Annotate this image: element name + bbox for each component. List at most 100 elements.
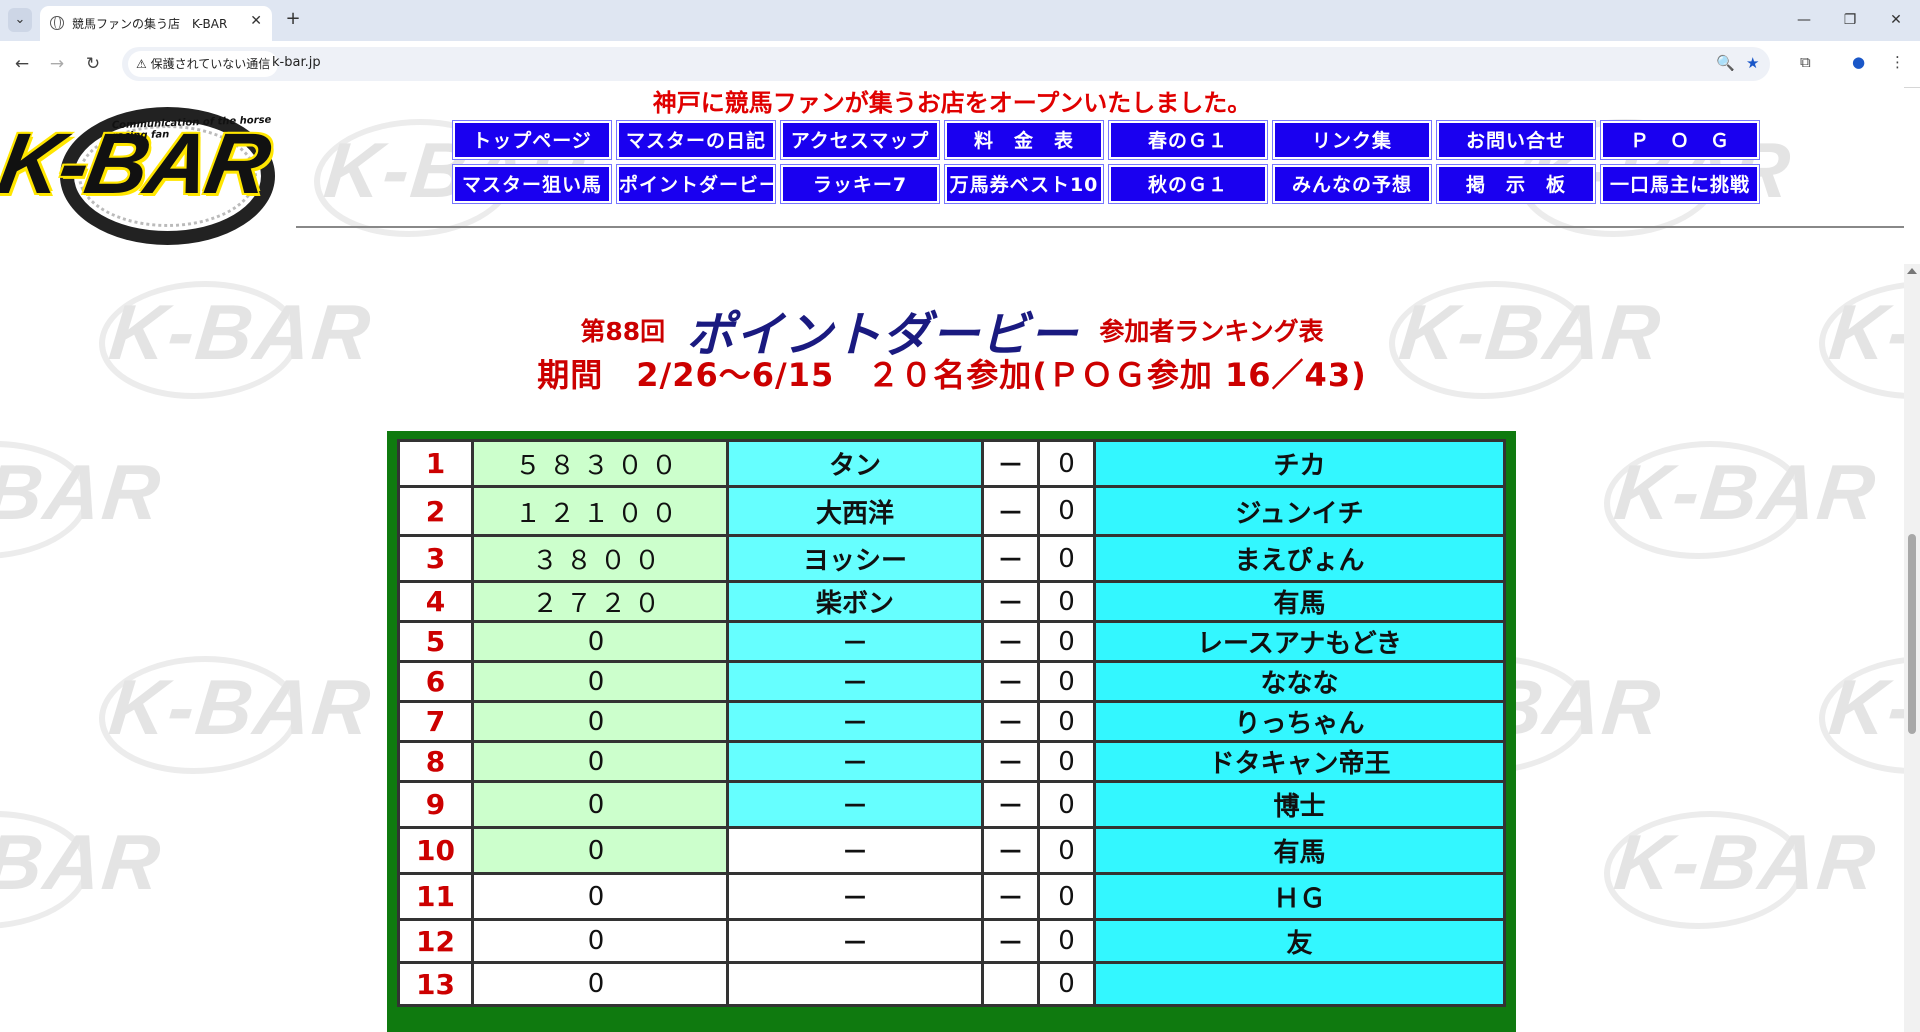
nav-best10[interactable]: 万馬券ベスト10 bbox=[944, 164, 1104, 204]
player-cell: りっちゃん bbox=[1093, 700, 1506, 743]
nav-autumn-g1[interactable]: 秋のＧ１ bbox=[1108, 164, 1268, 204]
zero-cell: 0 bbox=[1037, 918, 1096, 964]
rank-cell: 7 bbox=[397, 700, 474, 743]
tab-strip: ⌄ 競馬ファンの集う店 K-BAR ✕ + — ❐ ✕ bbox=[0, 0, 1920, 41]
nav-bulletin-board[interactable]: 掲 示 板 bbox=[1436, 164, 1596, 204]
zero-cell: 0 bbox=[1037, 534, 1096, 583]
nav-pog[interactable]: Ｐ Ｏ Ｇ bbox=[1600, 120, 1760, 160]
nav-master-diary[interactable]: マスターの日記 bbox=[616, 120, 776, 160]
nav-contact[interactable]: お問い合せ bbox=[1436, 120, 1596, 160]
rank-cell: 6 bbox=[397, 660, 474, 703]
points-cell: 0 bbox=[471, 872, 729, 921]
page-scrollbar[interactable] bbox=[1904, 264, 1920, 1032]
player-cell: ドタキャン帝王 bbox=[1093, 740, 1506, 783]
table-row: 6 0 －－ 0 ななな bbox=[397, 660, 1506, 703]
extensions-icon[interactable]: ⧉ bbox=[1800, 53, 1811, 71]
scroll-thumb[interactable] bbox=[1908, 534, 1916, 734]
rank-cell: 10 bbox=[397, 826, 474, 875]
bookmark-star-icon[interactable]: ★ bbox=[1746, 54, 1759, 72]
horse-name-cell: － bbox=[726, 660, 984, 703]
nav-point-derby[interactable]: ポイントダービー bbox=[616, 164, 778, 204]
horse-name-cell: － bbox=[726, 700, 984, 743]
close-window-button[interactable]: ✕ bbox=[1876, 8, 1916, 32]
rank-cell: 11 bbox=[397, 872, 474, 921]
points-cell: 0 bbox=[471, 826, 729, 875]
browser-toolbar: ← → ↻ ⚠ 保護されていない通信 k-bar.jp 🔍 ★ ⧉ ● ⋮ bbox=[0, 41, 1920, 88]
player-cell: ななな bbox=[1093, 660, 1506, 703]
scroll-up-arrow-icon[interactable] bbox=[1907, 268, 1917, 274]
globe-icon bbox=[50, 16, 64, 30]
zero-cell: 0 bbox=[1037, 660, 1096, 703]
table-row: 9 0 －－ 0 博士 bbox=[397, 780, 1506, 829]
dash-cell: － bbox=[981, 780, 1040, 829]
minimize-button[interactable]: — bbox=[1784, 8, 1824, 32]
back-button[interactable]: ← bbox=[11, 53, 33, 75]
forward-button[interactable]: → bbox=[46, 53, 68, 75]
player-cell: ジュンイチ bbox=[1093, 485, 1506, 537]
reload-button[interactable]: ↻ bbox=[82, 53, 104, 75]
security-indicator[interactable]: ⚠ 保護されていない通信 bbox=[128, 51, 279, 77]
player-cell: 有馬 bbox=[1093, 826, 1506, 875]
dash-cell: － bbox=[981, 740, 1040, 783]
tab-title: 競馬ファンの集う店 K-BAR bbox=[72, 17, 228, 31]
restore-button[interactable]: ❐ bbox=[1830, 8, 1870, 32]
player-cell: 友 bbox=[1093, 918, 1506, 964]
rank-cell: 1 bbox=[397, 439, 474, 488]
address-bar[interactable]: ⚠ 保護されていない通信 k-bar.jp 🔍 ★ bbox=[122, 47, 1770, 81]
dash-cell: － bbox=[981, 580, 1040, 623]
points-cell: 0 bbox=[471, 961, 729, 1007]
horse-name-cell bbox=[726, 961, 984, 1007]
tab-search-button[interactable]: ⌄ bbox=[8, 8, 32, 32]
points-cell: 0 bbox=[471, 660, 729, 703]
close-tab-icon[interactable]: ✕ bbox=[250, 13, 262, 29]
player-cell bbox=[1093, 961, 1506, 1007]
horse-name-cell: － bbox=[726, 620, 984, 663]
page-viewport: K-BAR K-BAR K-BAR K-BAR K-BAR K-BAR K-BA… bbox=[0, 87, 1904, 1032]
horse-name-cell: － bbox=[726, 918, 984, 964]
zero-cell: 0 bbox=[1037, 780, 1096, 829]
dash-cell: － bbox=[981, 918, 1040, 964]
rank-cell: 2 bbox=[397, 485, 474, 537]
table-row: 12 0 －－ 0 友 bbox=[397, 918, 1506, 964]
player-cell: 博士 bbox=[1093, 780, 1506, 829]
rank-cell: 8 bbox=[397, 740, 474, 783]
nav-price-list[interactable]: 料 金 表 bbox=[944, 120, 1104, 160]
rank-cell: 5 bbox=[397, 620, 474, 663]
player-cell: 有馬 bbox=[1093, 580, 1506, 623]
points-cell: 0 bbox=[471, 918, 729, 964]
nav-spring-g1[interactable]: 春のＧ１ bbox=[1108, 120, 1268, 160]
dash-cell bbox=[981, 961, 1040, 1007]
nav-lucky7[interactable]: ラッキー7 bbox=[780, 164, 940, 204]
table-row: 10 0 －－ 0 有馬 bbox=[397, 826, 1506, 875]
table-row: 7 0 －－ 0 りっちゃん bbox=[397, 700, 1506, 743]
nav-top-page[interactable]: トップページ bbox=[452, 120, 612, 160]
dash-cell: － bbox=[981, 485, 1040, 537]
zero-cell: 0 bbox=[1037, 439, 1096, 488]
player-cell: レースアナもどき bbox=[1093, 620, 1506, 663]
ranking-table: 1 ５８３００ タン－ 0 チカ 2 １２１００ 大西洋－ 0 ジュンイチ 3 ３８００ ヨッシー－ 0 ま… bbox=[387, 431, 1516, 1032]
zero-cell: 0 bbox=[1037, 580, 1096, 623]
nav-links[interactable]: リンク集 bbox=[1272, 120, 1432, 160]
watermark-logo: K-BAR bbox=[1825, 662, 1904, 753]
watermark-logo: K-BAR bbox=[0, 447, 166, 538]
rank-cell: 12 bbox=[397, 918, 474, 964]
url-text[interactable]: k-bar.jp bbox=[272, 55, 321, 70]
nav-owner-challenge[interactable]: 一口馬主に挑戦 bbox=[1600, 164, 1760, 204]
period-info: 期間 2/26〜6/15 ２０名参加(ＰＯＧ参加 16／43) bbox=[537, 356, 1367, 394]
nav-master-picks[interactable]: マスター狙い馬 bbox=[452, 164, 612, 204]
points-cell: ２７２０ bbox=[471, 580, 729, 623]
player-cell: まえぴょん bbox=[1093, 534, 1506, 583]
new-tab-button[interactable]: + bbox=[282, 8, 304, 30]
nav-predictions[interactable]: みんなの予想 bbox=[1272, 164, 1432, 204]
nav-access-map[interactable]: アクセスマップ bbox=[780, 120, 940, 160]
horse-name-cell: － bbox=[726, 826, 984, 875]
rank-cell: 3 bbox=[397, 534, 474, 583]
more-menu-icon[interactable]: ⋮ bbox=[1890, 53, 1905, 71]
horse-name-cell: － bbox=[726, 740, 984, 783]
player-cell: ＨＧ bbox=[1093, 872, 1506, 921]
zoom-icon[interactable]: 🔍 bbox=[1716, 54, 1735, 72]
tab-active[interactable]: 競馬ファンの集う店 K-BAR ✕ bbox=[40, 6, 272, 41]
points-cell: １２１００ bbox=[471, 485, 729, 537]
horse-name-cell: 柴ボン bbox=[726, 580, 984, 623]
profile-icon[interactable]: ● bbox=[1852, 53, 1865, 71]
